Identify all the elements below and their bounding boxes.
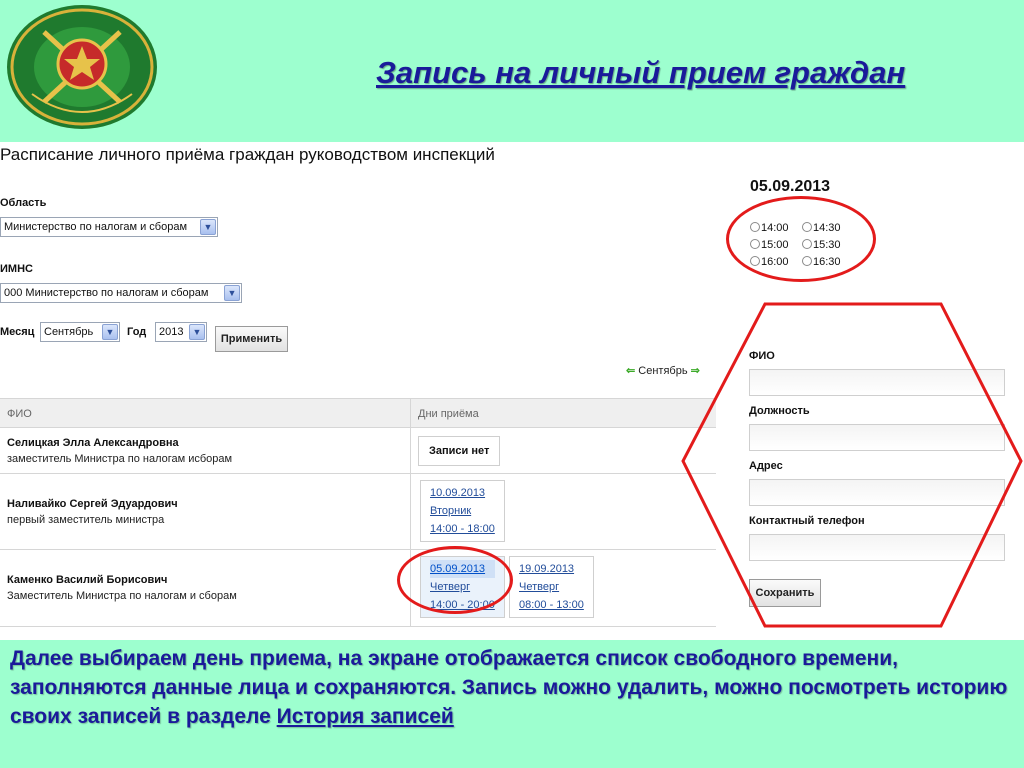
region-select[interactable]: Министерство по налогам и сборам ▼ (0, 217, 218, 237)
year-select-value: 2013 (159, 326, 184, 338)
reception-date[interactable]: 10.09.2013 (430, 484, 495, 502)
imns-label: ИМНС (0, 263, 33, 275)
chevron-down-icon[interactable]: ▼ (200, 219, 216, 235)
official-name: Селицкая Элла Александровна (7, 437, 179, 449)
column-divider (410, 428, 411, 474)
apply-button[interactable]: Применить (215, 326, 288, 352)
official-name: Наливайко Сергей Эдуардович (7, 498, 178, 510)
month-label: Месяц (0, 326, 35, 338)
column-header-fio: ФИО (7, 408, 32, 420)
arrow-left-icon[interactable]: ⇐ (626, 365, 635, 377)
reception-hours[interactable]: 08:00 - 13:00 (519, 596, 584, 614)
table-row: Селицкая Элла Александровна заместитель … (0, 428, 716, 474)
caption-text: Далее выбираем день приема, на экране от… (10, 647, 1008, 728)
page-title: Расписание личного приёма граждан руково… (0, 145, 495, 164)
month-select[interactable]: Сентябрь ▼ (40, 322, 120, 342)
table-header: ФИО Дни приёма (0, 398, 716, 429)
annotation-hexagon (681, 302, 1023, 628)
reception-weekday[interactable]: Четверг (519, 578, 584, 596)
year-select[interactable]: 2013 ▼ (155, 322, 207, 342)
slide-caption: Далее выбираем день приема, на экране от… (10, 644, 1014, 731)
slide-title: Запись на личный прием граждан (376, 55, 906, 90)
reception-hours[interactable]: 14:00 - 18:00 (430, 520, 495, 538)
reception-weekday[interactable]: Вторник (430, 502, 495, 520)
column-divider (410, 399, 411, 429)
no-records-badge: Записи нет (418, 436, 501, 466)
annotation-ellipse-date (397, 546, 513, 614)
month-select-value: Сентябрь (44, 326, 94, 338)
imns-select-value: 000 Министерство по налогам и сборам (4, 287, 209, 299)
reception-date[interactable]: 19.09.2013 (519, 560, 584, 578)
table-row: Каменко Василий Борисович Заместитель Ми… (0, 550, 716, 627)
year-label: Год (127, 326, 147, 338)
official-position: заместитель Министра по налогам исборам (7, 453, 233, 465)
chevron-down-icon[interactable]: ▼ (224, 285, 240, 301)
region-select-value: Министерство по налогам и сборам (4, 221, 188, 233)
region-label: Область (0, 197, 47, 209)
official-name: Каменко Василий Борисович (7, 574, 168, 586)
annotation-ellipse-times (726, 196, 876, 282)
imns-select[interactable]: 000 Министерство по налогам и сборам ▼ (0, 283, 242, 303)
column-header-days: Дни приёма (418, 408, 479, 420)
chevron-down-icon[interactable]: ▼ (102, 324, 118, 340)
column-divider (410, 474, 411, 550)
official-position: первый заместитель министра (7, 514, 165, 526)
emblem-icon (7, 5, 157, 129)
table-row: Наливайко Сергей Эдуардович первый замес… (0, 474, 716, 550)
selected-date: 05.09.2013 (750, 178, 831, 195)
history-link[interactable]: История записей (277, 705, 454, 728)
reception-day-link[interactable]: 10.09.2013 Вторник 14:00 - 18:00 (420, 480, 505, 542)
chevron-down-icon[interactable]: ▼ (189, 324, 205, 340)
official-position: Заместитель Министра по налогам и сборам (7, 590, 237, 602)
reception-day-link[interactable]: 19.09.2013 Четверг 08:00 - 13:00 (509, 556, 594, 618)
